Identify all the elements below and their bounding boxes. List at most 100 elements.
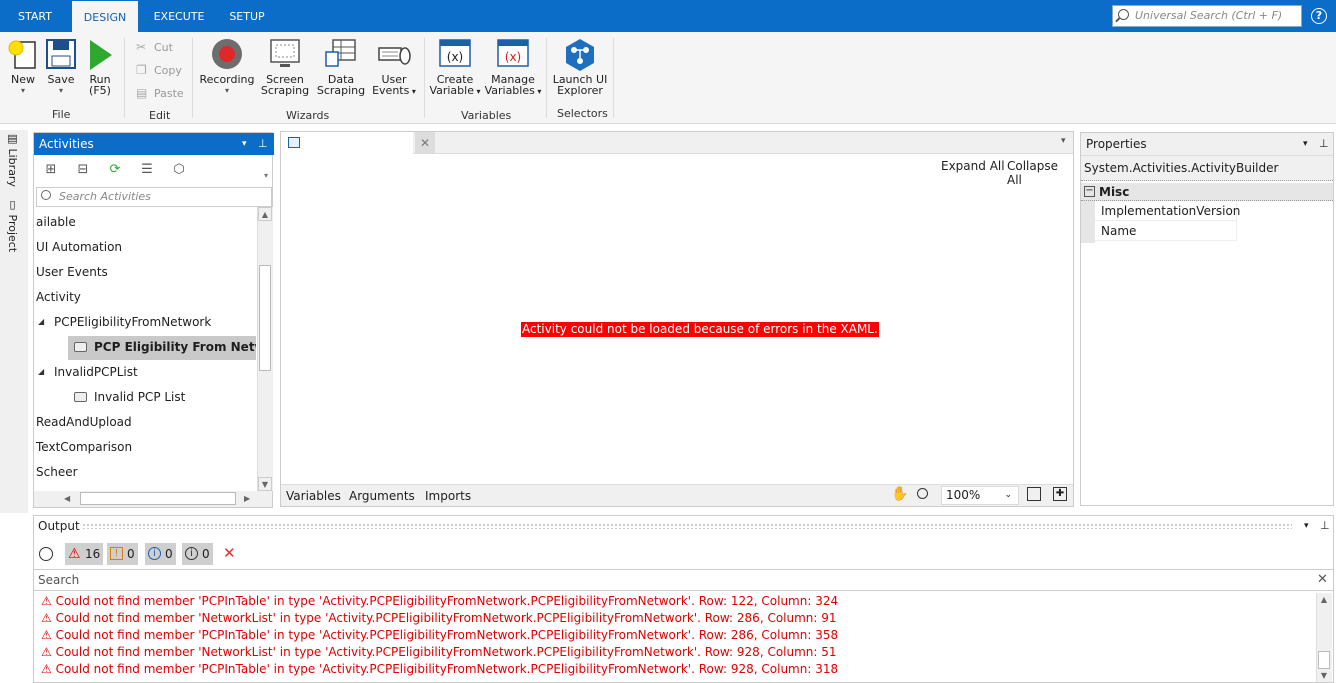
library-tab[interactable]: ▤ Library — [6, 132, 19, 187]
output-error-row[interactable]: ⚠ Could not find member 'NetworkList' in… — [41, 644, 837, 661]
activity-tree-item[interactable]: ◢ PCPEligibilityFromNetwork — [34, 311, 256, 333]
clock-icon[interactable] — [39, 547, 53, 561]
paste-button[interactable]: ▤ Paste — [136, 87, 184, 101]
output-error-row[interactable]: ⚠ Could not find member 'PCPInTable' in … — [41, 661, 838, 678]
run-button[interactable]: Run (F5) — [84, 38, 116, 96]
user-events-button[interactable]: User Events ▾ — [370, 38, 418, 97]
recording-dropdown-icon[interactable]: ▾ — [198, 85, 256, 96]
manage-variables-dropdown-icon[interactable]: ▾ — [535, 87, 541, 96]
collapse-arrow-icon[interactable]: ◢ — [38, 361, 44, 383]
property-category-misc[interactable]: − Misc — [1081, 183, 1333, 201]
scroll-up-icon[interactable]: ▲ — [1317, 593, 1331, 607]
property-implementation-version[interactable]: ImplementationVersion — [1095, 201, 1240, 221]
clear-search-icon[interactable]: ✕ — [1317, 570, 1328, 590]
collapse-all-link[interactable]: Collapse All — [1007, 159, 1073, 187]
activity-tree-item[interactable]: ◢ InvalidPCPList — [34, 361, 256, 383]
activity-tree-item[interactable]: ailable — [34, 211, 256, 233]
create-variable-button[interactable]: (x) Create Variable ▾ — [428, 38, 482, 97]
copy-button[interactable]: ❐ Copy — [136, 64, 182, 78]
trace-filter-button[interactable]: i0 — [182, 543, 213, 565]
scroll-up-icon[interactable]: ▲ — [258, 207, 272, 221]
create-variable-icon: (x) — [439, 39, 471, 67]
manage-packages-icon[interactable]: ⬡ — [170, 161, 188, 179]
scrollbar-thumb[interactable] — [80, 492, 236, 505]
activities-vertical-scrollbar[interactable]: ▲ ▼ — [257, 207, 273, 491]
pan-hand-icon[interactable]: ✋ — [891, 486, 908, 502]
expand-all-icon[interactable]: ⊞ — [42, 161, 60, 179]
output-error-row[interactable]: ⚠ Could not find member 'PCPInTable' in … — [41, 593, 838, 610]
panel-dropdown-icon[interactable]: ▾ — [1303, 133, 1308, 155]
save-dropdown-icon[interactable]: ▾ — [44, 85, 78, 96]
scroll-right-icon[interactable]: ▶ — [244, 492, 256, 505]
universal-search-input[interactable]: Universal Search (Ctrl + F) — [1112, 5, 1302, 27]
panel-dropdown-icon[interactable]: ▾ — [1304, 516, 1309, 536]
user-events-dropdown-icon[interactable]: ▾ — [409, 87, 416, 96]
new-button[interactable]: New ▾ — [6, 38, 40, 96]
activities-panel: Activities ▾ ⊥ ⊞ ⊟ ⟳ ☰ ⬡ ▾ Search Activi… — [33, 132, 274, 508]
zoom-select[interactable]: 100% ⌄ — [941, 486, 1019, 505]
output-error-row[interactable]: ⚠ Could not find member 'PCPInTable' in … — [41, 627, 838, 644]
trace-icon: i — [185, 547, 198, 560]
pin-icon[interactable]: ⊥ — [258, 133, 268, 155]
pin-icon[interactable]: ⊥ — [1319, 133, 1329, 155]
tab-execute[interactable]: EXECUTE — [140, 0, 218, 32]
activity-tree-item[interactable]: Invalid PCP List — [34, 386, 256, 408]
activity-tree-item[interactable]: ReadAndUpload — [34, 411, 256, 433]
manage-variables-button[interactable]: (x) Manage Variables ▾ — [484, 38, 542, 97]
activity-tree-item[interactable]: Scheer — [34, 461, 256, 483]
create-variable-dropdown-icon[interactable]: ▾ — [474, 87, 481, 96]
variables-tab[interactable]: Variables — [286, 489, 341, 503]
activities-horizontal-scrollbar[interactable]: ◀ ▶ — [34, 491, 272, 507]
recording-button[interactable]: Recording ▾ — [198, 38, 256, 96]
tab-design[interactable]: DESIGN — [72, 0, 138, 32]
cut-button[interactable]: ✂ Cut — [136, 41, 173, 55]
launch-ui-explorer-button[interactable]: Launch UI Explorer — [552, 38, 608, 96]
tab-setup[interactable]: SETUP — [218, 0, 276, 32]
output-search-input[interactable]: Search ✕ — [34, 569, 1333, 591]
error-triangle-icon: ⚠ — [68, 546, 81, 562]
data-scraping-button[interactable]: Data Scraping — [316, 38, 366, 96]
fit-to-screen-icon[interactable] — [1027, 487, 1041, 501]
search-activities-input[interactable]: Search Activities — [36, 187, 272, 207]
tab-list-dropdown-icon[interactable]: ▾ — [1061, 136, 1066, 146]
activity-tree-item[interactable]: UI Automation — [34, 236, 256, 258]
save-button[interactable]: Save ▾ — [44, 38, 78, 96]
panel-dropdown-icon[interactable]: ▾ — [242, 133, 247, 155]
collapse-icon[interactable]: − — [1084, 186, 1095, 197]
activity-tree-item[interactable]: Activity — [34, 286, 256, 308]
activity-tree-item[interactable]: TextComparison — [34, 436, 256, 458]
close-tab-icon[interactable]: ✕ — [415, 132, 435, 154]
expand-all-link[interactable]: Expand All — [941, 159, 1005, 173]
overview-icon[interactable]: ✚ — [1053, 487, 1067, 501]
clear-output-icon[interactable]: ✕ — [223, 544, 236, 562]
filter-list-icon[interactable]: ☰ — [138, 161, 156, 179]
info-filter-button[interactable]: i0 — [145, 543, 176, 565]
scroll-left-icon[interactable]: ◀ — [64, 492, 76, 505]
imports-tab[interactable]: Imports — [425, 489, 471, 503]
new-dropdown-icon[interactable]: ▾ — [6, 85, 40, 96]
warnings-filter-button[interactable]: ! 0 — [107, 543, 138, 565]
collapse-arrow-icon[interactable]: ◢ — [38, 311, 44, 333]
help-button[interactable]: ? — [1311, 8, 1327, 24]
property-gutter — [1081, 201, 1095, 243]
arguments-tab[interactable]: Arguments — [349, 489, 415, 503]
pin-icon[interactable]: ⊥ — [1320, 516, 1330, 536]
property-name[interactable]: Name — [1095, 221, 1237, 241]
tab-start[interactable]: START — [0, 0, 70, 32]
collapse-all-icon[interactable]: ⊟ — [74, 161, 92, 179]
toolbar-overflow-icon[interactable]: ▾ — [264, 171, 268, 180]
scrollbar-thumb[interactable] — [1318, 651, 1330, 669]
scrollbar-thumb[interactable] — [259, 265, 271, 371]
project-tab[interactable]: ▯ Project — [6, 198, 19, 252]
scroll-down-icon[interactable]: ▼ — [1317, 670, 1331, 682]
output-error-row[interactable]: ⚠ Could not find member 'NetworkList' in… — [41, 610, 837, 627]
activity-tree-item[interactable]: User Events — [34, 261, 256, 283]
scroll-down-icon[interactable]: ▼ — [258, 477, 272, 491]
errors-filter-button[interactable]: ⚠ 16 — [65, 543, 104, 565]
activity-tree-item[interactable]: PCP Eligibility From Network — [34, 336, 256, 360]
screen-scraping-button[interactable]: Screen Scraping — [260, 38, 310, 96]
output-vertical-scrollbar[interactable]: ▲ ▼ — [1316, 593, 1332, 682]
refresh-icon[interactable]: ⟳ — [106, 161, 124, 179]
zoom-icon[interactable] — [917, 488, 928, 499]
document-tab[interactable] — [281, 132, 413, 154]
